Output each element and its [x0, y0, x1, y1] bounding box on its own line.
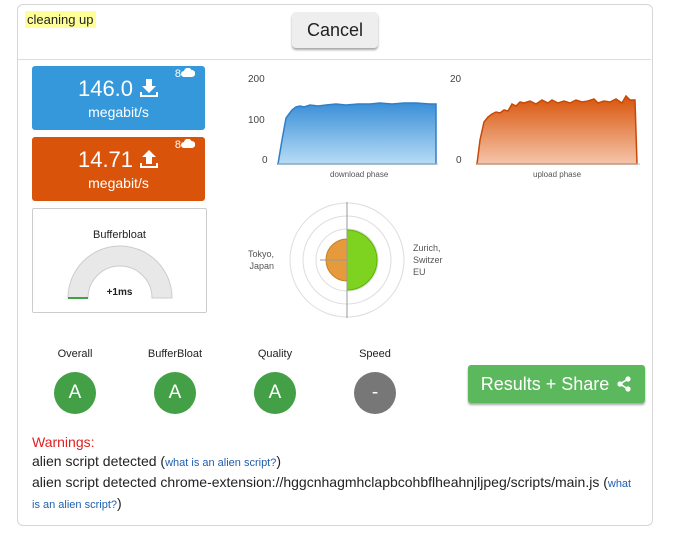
- share-icon: [617, 375, 631, 392]
- divider: [18, 59, 651, 60]
- bufferbloat-value: +1ms: [106, 287, 133, 298]
- upload-area: [476, 94, 638, 165]
- grade-bufferbloat: BufferBloat A: [135, 348, 215, 414]
- location-line: EU: [413, 267, 426, 277]
- download-y-tick-0: 0: [262, 155, 268, 166]
- download-unit: megabit/s: [88, 104, 149, 120]
- download-phase-label: download phase: [330, 170, 389, 179]
- status-text: cleaning up: [25, 11, 96, 28]
- upload-arrow-icon: [140, 150, 159, 168]
- location-line: Tokyo,: [248, 249, 275, 259]
- warning-line: alien script detected (what is an alien …: [32, 452, 642, 473]
- upload-phase-label: upload phase: [533, 170, 582, 179]
- download-y-tick-100: 100: [248, 115, 265, 126]
- latency-radar: [289, 202, 405, 318]
- download-area: [277, 102, 437, 165]
- upload-y-tick-20: 20: [450, 74, 462, 85]
- grade-label: Overall: [57, 348, 93, 360]
- grade-badge: A: [254, 372, 296, 414]
- upload-phase-chart: 20 0 upload phase: [440, 70, 645, 185]
- warning-text-end: ): [276, 453, 282, 469]
- download-arrow-icon: [140, 79, 159, 97]
- grade-badge: A: [54, 372, 96, 414]
- server-location-left: Tokyo, Japan: [248, 248, 274, 272]
- grade-badge: -: [354, 372, 396, 414]
- server-location-right: Zurich, Switzer EU: [413, 242, 445, 278]
- warnings-title: Warnings:: [32, 434, 95, 450]
- cloud-icon: [181, 138, 196, 148]
- grade-speed: Speed -: [335, 348, 415, 414]
- download-speed-box: 146.0 megabit/s 8: [32, 66, 205, 130]
- download-speed-value: 146.0: [77, 76, 134, 101]
- upload-streams: 8: [175, 138, 196, 151]
- grade-label: BufferBloat: [147, 348, 203, 360]
- bufferbloat-gauge: Bufferbloat +1ms: [32, 208, 207, 313]
- grade-label: Quality: [257, 348, 293, 360]
- location-line: Switzer: [413, 255, 443, 265]
- upload-chart-plot: 20 0: [450, 74, 640, 166]
- results-share-label: Results + Share: [480, 373, 610, 394]
- warnings-section: Warnings: alien script detected (what is…: [32, 433, 642, 515]
- warning-text-end: ): [117, 495, 122, 511]
- upload-speed-box: 14.71 megabit/s 8: [32, 137, 205, 201]
- bufferbloat-title: Bufferbloat: [92, 229, 146, 241]
- cancel-button[interactable]: Cancel: [292, 12, 378, 48]
- location-line: Zurich,: [413, 243, 441, 253]
- upload-y-tick-0: 0: [456, 155, 462, 166]
- warning-line: alien script detected chrome-extension:/…: [32, 473, 642, 515]
- upload-speed-value: 14.71: [77, 147, 134, 172]
- warning-text: alien script detected chrome-extension:/…: [32, 474, 608, 490]
- grade-quality: Quality A: [235, 348, 315, 414]
- grade-badge: A: [154, 372, 196, 414]
- alien-script-help-link[interactable]: what is an alien script?: [165, 457, 276, 469]
- warning-text: alien script detected (: [32, 453, 166, 469]
- download-y-tick-200: 200: [248, 74, 265, 85]
- upload-unit: megabit/s: [88, 175, 149, 191]
- grade-overall: Overall A: [35, 348, 115, 414]
- location-line: Japan: [249, 261, 275, 271]
- download-phase-chart: 200 100 0 download phase: [240, 70, 440, 185]
- grade-label: Speed: [359, 348, 391, 360]
- cloud-icon: [181, 67, 196, 77]
- download-chart-plot: 200 100 0: [248, 74, 438, 166]
- results-share-button[interactable]: Results + Share: [468, 365, 645, 403]
- download-streams: 8: [175, 67, 196, 80]
